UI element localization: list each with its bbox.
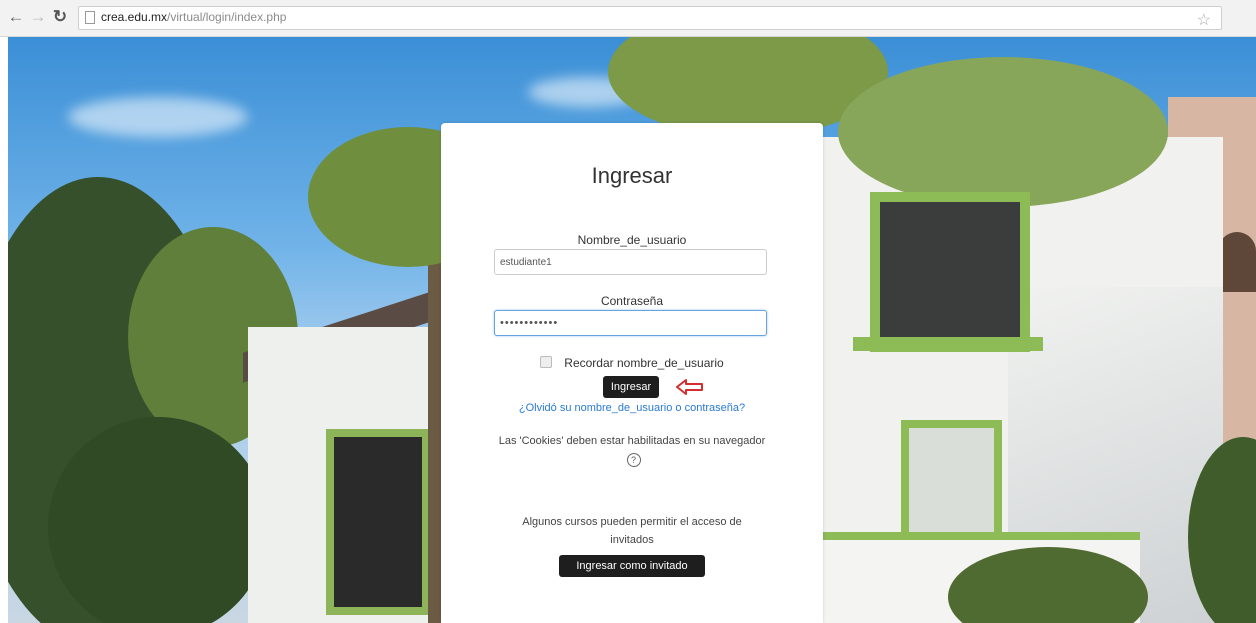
window-shape <box>901 420 1002 546</box>
login-title: Ingresar <box>591 163 673 188</box>
palm-trunk <box>428 207 442 623</box>
reload-icon[interactable]: ↻ <box>50 7 70 27</box>
guest-info-text: Algunos cursos pueden permitir el acceso… <box>522 516 742 546</box>
url-host: crea.edu.mx <box>101 10 168 24</box>
help-icon[interactable]: ? <box>626 453 641 467</box>
remember-checkbox[interactable] <box>540 356 553 368</box>
address-bar[interactable]: crea.edu.mx/virtual/login/index.php ☆ <box>78 6 1222 30</box>
tree-shape <box>48 417 268 623</box>
username-label: Nombre_de_usuario <box>577 233 687 247</box>
forward-icon[interactable]: → <box>28 7 48 27</box>
cookies-text: Las 'Cookies' deben estar habilitadas en… <box>498 435 766 447</box>
password-input[interactable] <box>494 310 767 336</box>
window-shape <box>326 429 430 615</box>
url-text[interactable]: crea.edu.mx/virtual/login/index.php <box>101 10 286 24</box>
url-path: /virtual/login/index.php <box>167 10 287 24</box>
browser-toolbar: ← → ↻ crea.edu.mx/virtual/login/index.ph… <box>0 0 1256 37</box>
username-input[interactable] <box>494 249 767 275</box>
star-icon[interactable]: ☆ <box>1197 12 1211 30</box>
window-shape <box>870 192 1030 352</box>
palm-fronds <box>838 57 1168 207</box>
cloud-shape <box>68 97 248 137</box>
remember-row: Recordar nombre_de_usuario <box>441 356 823 370</box>
arrow-left-icon <box>676 379 703 395</box>
forgot-password-link[interactable]: ¿Olvidó su nombre_de_usuario o contraseñ… <box>441 402 823 414</box>
login-button[interactable]: Ingresar <box>603 376 659 398</box>
arch-shape <box>1218 232 1256 292</box>
password-label: Contraseña <box>600 294 664 308</box>
page-icon <box>85 11 95 24</box>
cookies-notice: Las 'Cookies' deben estar habilitadas en… <box>496 432 768 470</box>
back-icon[interactable]: ← <box>6 7 26 27</box>
guest-login-button[interactable]: Ingresar como invitado <box>559 555 705 577</box>
login-card: Ingresar Nombre_de_usuario Contraseña Re… <box>441 123 823 623</box>
remember-label: Recordar nombre_de_usuario <box>564 356 724 370</box>
window-sill <box>853 337 1043 351</box>
